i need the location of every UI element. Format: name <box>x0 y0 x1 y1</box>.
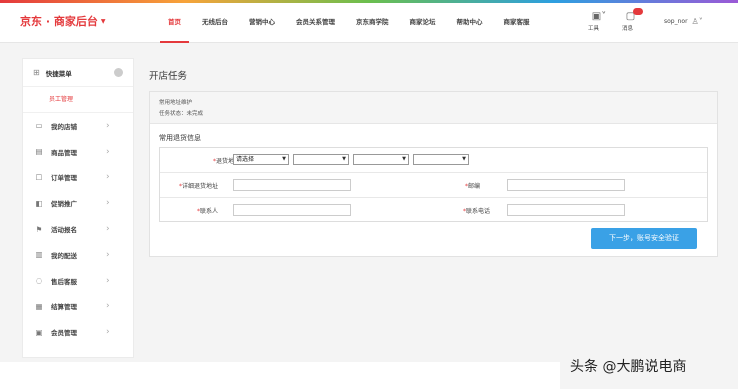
quick-menu-header[interactable]: ⊞ 快捷菜单 <box>23 59 133 87</box>
goods-icon: ▤ <box>35 147 43 157</box>
messages-label: 消息 <box>622 26 634 32</box>
order-icon: ☐ <box>35 172 43 182</box>
chevron-right-icon: › <box>106 275 110 286</box>
task-status: 任务状态：未完成 <box>159 111 204 117</box>
return-info-form: *退货地址 请选择 ▼ ▼ ▼ ▼ *详细退货地址 *邮编 *联系人 *联系电话 <box>159 147 708 222</box>
sidebar-item-label: 会员管理 <box>51 329 77 338</box>
brand-dropdown-icon: ▼ <box>100 17 106 25</box>
sidebar-item-label: 促销推广 <box>51 200 77 209</box>
chevron-right-icon: › <box>106 327 110 338</box>
contact-label: *联系人 <box>196 208 218 215</box>
chevron-right-icon: › <box>106 172 110 183</box>
page-title: 开店任务 <box>149 71 188 82</box>
promotion-icon: ◧ <box>35 198 43 208</box>
member-icon: ▣ <box>35 327 43 337</box>
tools-button[interactable]: ▣˅ 工具 <box>588 11 610 32</box>
chevron-right-icon: › <box>106 146 110 157</box>
aftersale-icon: ◌ <box>35 276 43 286</box>
store-icon: ▭ <box>35 121 43 131</box>
task-info: 常用地址维护 任务状态：未完成 <box>150 92 717 124</box>
delivery-icon: ▥ <box>35 250 43 260</box>
sidebar: ⊞ 快捷菜单 员工管理 ▭ 我的店铺 › ▤ 商品管理 › ☐ 订单管理 › ◧… <box>22 58 134 358</box>
detail-row: *详细退货地址 *邮编 <box>160 173 707 198</box>
province-select[interactable]: 请选择 ▼ <box>233 154 289 165</box>
nav-item-help[interactable]: 帮助中心 <box>449 3 491 43</box>
chevron-right-icon: › <box>106 249 110 260</box>
sidebar-item-label: 我的配送 <box>51 251 77 260</box>
nav-item-marketing[interactable]: 营销中心 <box>241 3 283 43</box>
brand-logo[interactable]: 京东 · 商家后台 ▼ <box>20 13 105 29</box>
messages-button[interactable]: ▢˅ 消息 <box>622 8 644 32</box>
user-name: sop_nor <box>664 18 688 25</box>
city-select[interactable]: ▼ <box>293 154 349 165</box>
sidebar-item-store[interactable]: ▭ 我的店铺 › <box>23 113 133 139</box>
detail-address-input[interactable] <box>233 179 351 191</box>
sidebar-item-label: 我的店铺 <box>51 122 77 131</box>
sidebar-item-aftersale[interactable]: ◌ 售后客服 › <box>23 268 133 294</box>
bottom-area <box>0 362 560 389</box>
section-title: 常用退货信息 <box>159 134 201 142</box>
zip-input[interactable] <box>507 179 625 191</box>
task-panel: 常用地址维护 任务状态：未完成 常用退货信息 *退货地址 请选择 ▼ ▼ ▼ ▼ … <box>149 91 718 257</box>
nav-item-academy[interactable]: 京东商学院 <box>348 3 397 43</box>
grid-icon: ⊞ <box>33 68 40 77</box>
phone-input[interactable] <box>507 204 625 216</box>
sidebar-item-label: 结算管理 <box>51 303 77 312</box>
sidebar-item-delivery[interactable]: ▥ 我的配送 › <box>23 242 133 268</box>
sidebar-item-goods[interactable]: ▤ 商品管理 › <box>23 139 133 165</box>
zip-label: *邮编 <box>464 183 480 190</box>
settings-icon[interactable] <box>114 68 123 77</box>
chevron-right-icon: › <box>106 198 110 209</box>
tools-icon: ▣˅ <box>591 11 607 22</box>
header: 京东 · 商家后台 ▼ 首页 无线后台 营销中心 会员关系管理 京东商学院 商家… <box>0 3 738 43</box>
activity-icon: ⚑ <box>35 224 43 234</box>
tools-label: 工具 <box>588 26 600 32</box>
phone-label: *联系电话 <box>462 208 490 215</box>
town-select[interactable]: ▼ <box>413 154 469 165</box>
sidebar-item-label: 订单管理 <box>51 174 77 183</box>
next-step-button[interactable]: 下一步，账号安全验证 <box>591 228 697 249</box>
sidebar-item-settlement[interactable]: ▦ 结算管理 › <box>23 294 133 320</box>
nav-item-member-relations[interactable]: 会员关系管理 <box>288 3 343 43</box>
sidebar-item-orders[interactable]: ☐ 订单管理 › <box>23 165 133 191</box>
watermark: 头条 @大鹏说电商 <box>570 359 687 375</box>
user-menu[interactable]: sop_nor ♙˅ <box>664 17 703 26</box>
nav-item-home[interactable]: 首页 <box>160 3 189 43</box>
chevron-right-icon: › <box>106 301 110 312</box>
detail-address-label: *详细退货地址 <box>178 183 218 190</box>
contact-row: *联系人 *联系电话 <box>160 198 707 223</box>
sidebar-item-activity[interactable]: ⚑ 活动报名 › <box>23 216 133 242</box>
nav-item-forum[interactable]: 商家论坛 <box>402 3 444 43</box>
nav-item-wireless[interactable]: 无线后台 <box>194 3 236 43</box>
chevron-right-icon: › <box>106 120 110 131</box>
sidebar-item-member[interactable]: ▣ 会员管理 › <box>23 319 133 345</box>
sidebar-item-staff[interactable]: 员工管理 <box>23 87 133 113</box>
brand-title: 京东 · 商家后台 <box>20 15 98 28</box>
nav-item-service[interactable]: 商家客服 <box>496 3 538 43</box>
sidebar-item-label: 活动报名 <box>51 226 77 235</box>
sidebar-item-label: 商品管理 <box>51 148 77 157</box>
address-label: *退货地址 <box>212 158 240 165</box>
contact-input[interactable] <box>233 204 351 216</box>
settlement-icon: ▦ <box>35 301 43 311</box>
task-name: 常用地址维护 <box>159 100 193 106</box>
message-badge <box>633 8 643 15</box>
sidebar-item-label: 售后客服 <box>51 277 77 286</box>
address-row: *退货地址 请选择 ▼ ▼ ▼ ▼ <box>160 148 707 173</box>
sidebar-item-promotion[interactable]: ◧ 促销推广 › <box>23 190 133 216</box>
chevron-right-icon: › <box>106 224 110 235</box>
quick-menu-label: 快捷菜单 <box>45 69 72 78</box>
main-nav: 首页 无线后台 营销中心 会员关系管理 京东商学院 商家论坛 帮助中心 商家客服 <box>160 3 543 43</box>
user-icon: ♙˅ <box>691 17 703 26</box>
district-select[interactable]: ▼ <box>353 154 409 165</box>
